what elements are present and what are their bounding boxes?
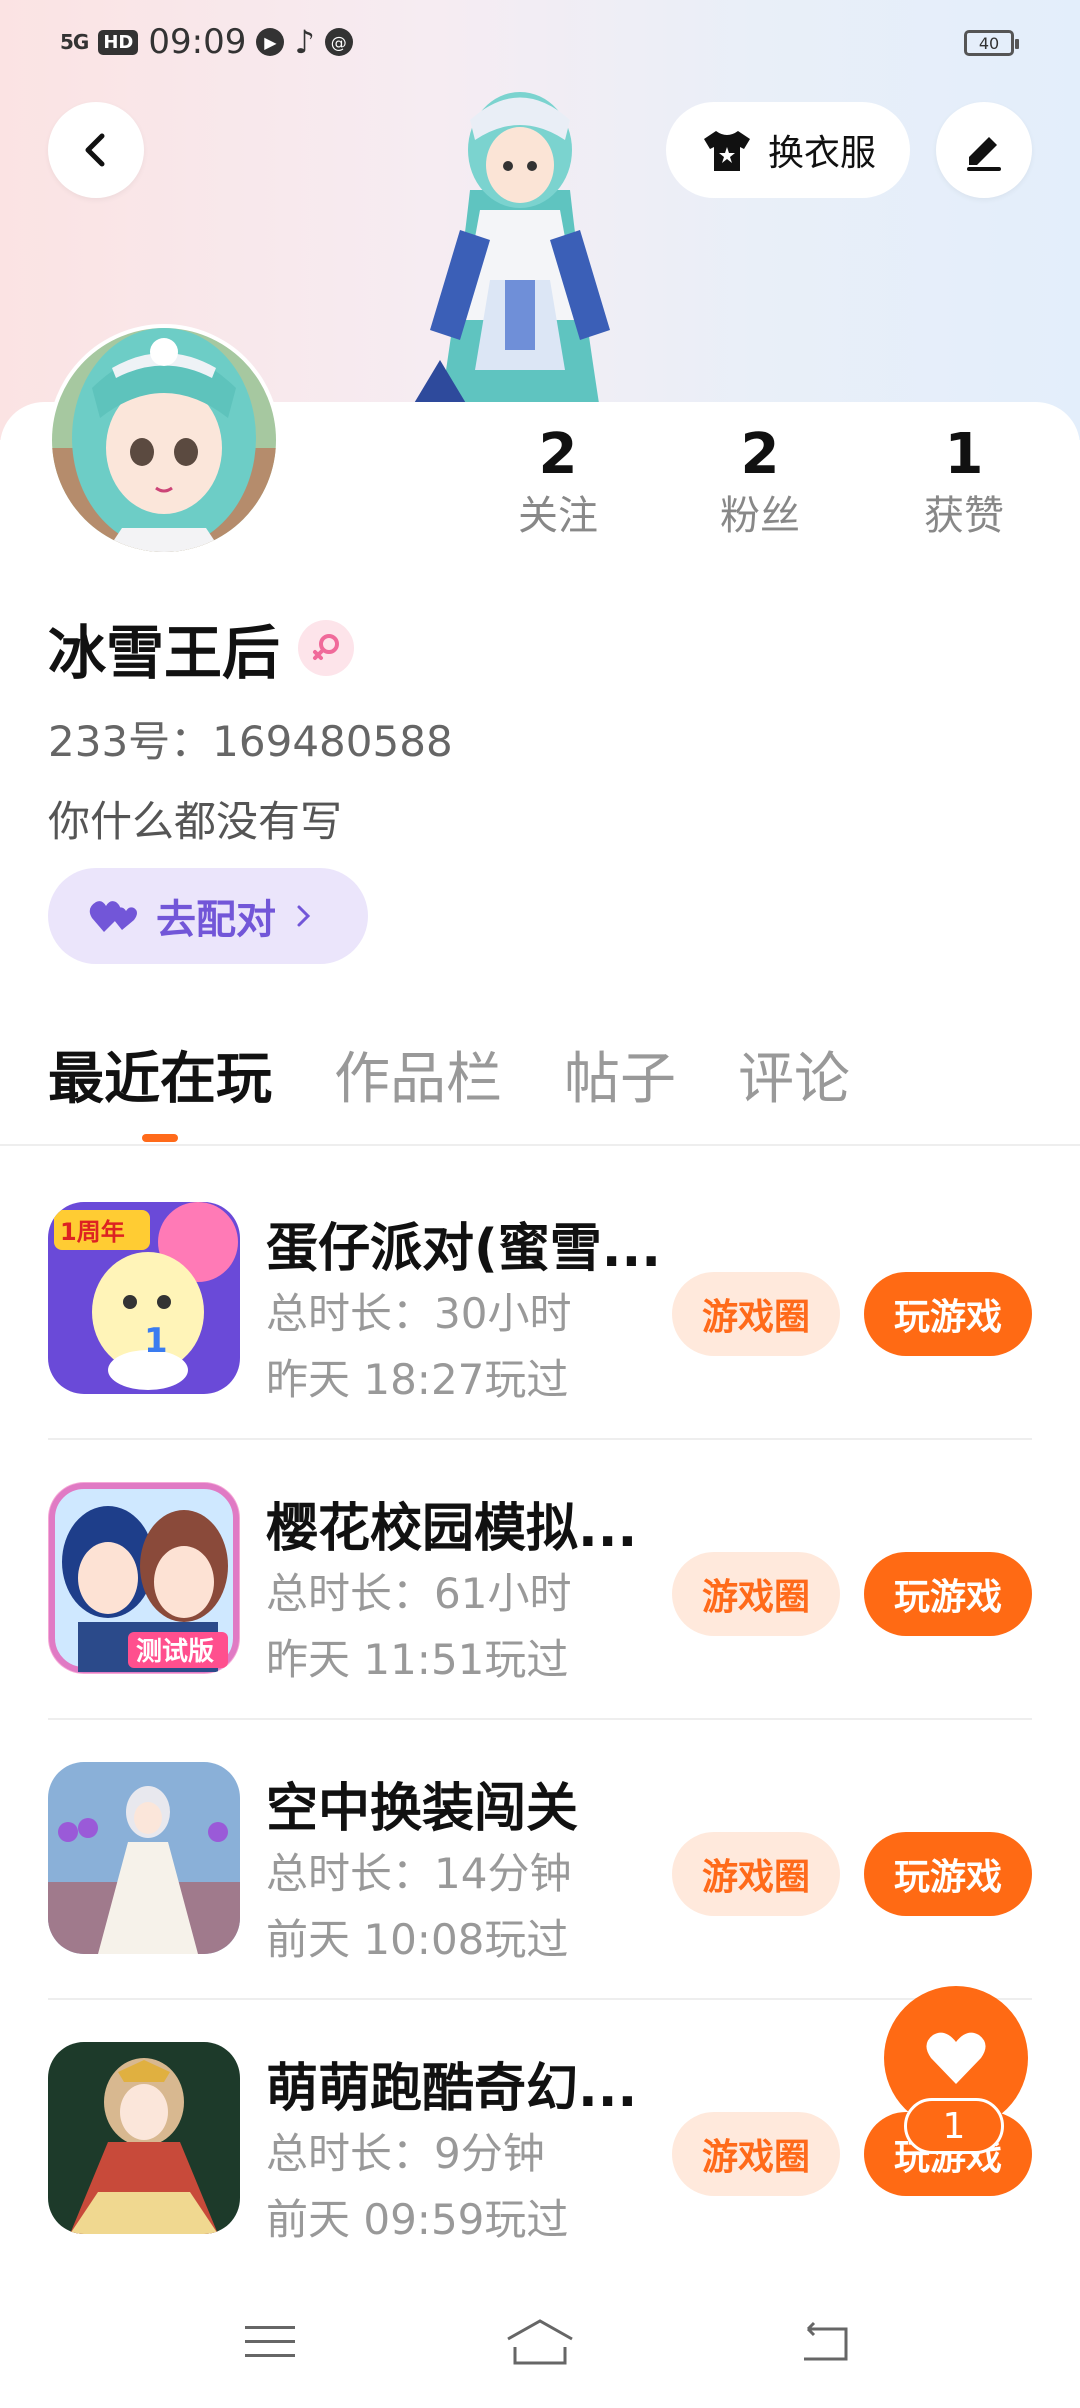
status-bar: 5G HD 09:09 ▶ ♪ @ 40 bbox=[0, 0, 1080, 84]
game-circle-button[interactable]: 游戏圈 bbox=[672, 1272, 840, 1356]
chevron-left-icon bbox=[85, 133, 105, 167]
game-circle-button[interactable]: 游戏圈 bbox=[672, 2112, 840, 2196]
home-icon[interactable] bbox=[500, 2312, 580, 2372]
stat-likes[interactable]: 1 获赞 bbox=[884, 420, 1044, 542]
game-icon-eggy-party[interactable]: 1 1周年 bbox=[48, 1202, 240, 1394]
avatar[interactable] bbox=[48, 324, 280, 556]
tab-recent-games[interactable]: 最近在玩 bbox=[48, 1040, 272, 1142]
svg-text:1: 1 bbox=[144, 1321, 168, 1361]
profile-tabs: 最近在玩 作品栏 帖子 评论 bbox=[48, 1040, 850, 1142]
at-icon: @ bbox=[324, 28, 353, 56]
stat-following-label: 关注 bbox=[518, 493, 598, 539]
music-icon: ▶ bbox=[256, 28, 285, 56]
tiktok-icon: ♪ bbox=[294, 23, 315, 61]
play-game-button[interactable]: 玩游戏 bbox=[864, 1832, 1032, 1916]
pencil-icon bbox=[967, 137, 1001, 171]
game-badge: 测试版 bbox=[136, 1637, 214, 1667]
game-last-played: 前天 10:08玩过 bbox=[266, 1915, 569, 1964]
back-button[interactable] bbox=[48, 102, 144, 198]
clock: 09:09 bbox=[148, 22, 247, 62]
game-icon-sky-dressup[interactable] bbox=[48, 1762, 240, 1954]
stat-fans-count: 2 bbox=[740, 422, 780, 487]
game-row[interactable]: 1 1周年 蛋仔派对(蜜雪... 总时长：30小时 昨天 18:27玩过 游戏圈… bbox=[48, 1160, 1032, 1440]
change-outfit-label: 换衣服 bbox=[767, 133, 876, 174]
female-icon bbox=[298, 620, 355, 676]
chevron-right-icon bbox=[297, 905, 311, 927]
stat-fans[interactable]: 2 粉丝 bbox=[680, 420, 840, 542]
shirt-icon bbox=[703, 131, 750, 171]
game-last-played: 前天 09:59玩过 bbox=[266, 2195, 569, 2244]
tab-divider bbox=[0, 1144, 1080, 1146]
stat-likes-label: 获赞 bbox=[924, 493, 1004, 539]
stat-fans-label: 粉丝 bbox=[720, 493, 800, 539]
game-last-played: 昨天 18:27玩过 bbox=[266, 1355, 569, 1404]
play-game-button[interactable]: 玩游戏 bbox=[864, 1552, 1032, 1636]
game-duration: 总时长：9分钟 bbox=[266, 2129, 545, 2178]
game-icon-sakura-school[interactable]: 测试版 bbox=[48, 1482, 240, 1674]
stat-following[interactable]: 2 关注 bbox=[478, 420, 638, 542]
pair-button[interactable]: 去配对 bbox=[48, 868, 368, 964]
game-title: 空中换装闯关 bbox=[266, 1779, 579, 1839]
hearts-icon bbox=[89, 901, 137, 932]
character-figure bbox=[410, 92, 610, 410]
heart-icon bbox=[926, 2032, 986, 2084]
game-row[interactable]: 空中换装闯关 总时长：14分钟 前天 10:08玩过 游戏圈 玩游戏 bbox=[48, 1720, 1032, 2000]
stat-following-count: 2 bbox=[538, 422, 578, 487]
like-count-badge: 1 bbox=[904, 2098, 1004, 2154]
stat-likes-count: 1 bbox=[944, 422, 984, 487]
username-row: 冰雪王后 bbox=[48, 606, 355, 690]
user-id: 233号：169480588 bbox=[48, 717, 453, 766]
tab-comments[interactable]: 评论 bbox=[738, 1040, 850, 1120]
back-icon[interactable] bbox=[784, 2312, 864, 2372]
game-title: 萌萌跑酷奇幻... bbox=[266, 2059, 638, 2119]
game-title: 樱花校园模拟... bbox=[266, 1499, 638, 1559]
game-duration: 总时长：30小时 bbox=[266, 1289, 572, 1338]
signal-icon: 5G bbox=[60, 30, 89, 54]
game-title: 蛋仔派对(蜜雪... bbox=[266, 1219, 662, 1279]
username: 冰雪王后 bbox=[48, 619, 281, 687]
game-row[interactable]: 萌萌跑酷奇幻... 总时长：9分钟 前天 09:59玩过 游戏圈 玩游戏 bbox=[48, 2000, 1032, 2280]
game-row[interactable]: 测试版 樱花校园模拟... 总时长：61小时 昨天 11:51玩过 游戏圈 玩游… bbox=[48, 1440, 1032, 1720]
game-duration: 总时长：14分钟 bbox=[266, 1849, 572, 1898]
game-duration: 总时长：61小时 bbox=[266, 1569, 572, 1618]
tab-works[interactable]: 作品栏 bbox=[334, 1040, 502, 1120]
game-circle-button[interactable]: 游戏圈 bbox=[672, 1832, 840, 1916]
battery-icon: 40 bbox=[964, 30, 1019, 56]
edit-profile-button[interactable] bbox=[936, 102, 1032, 198]
play-game-button[interactable]: 玩游戏 bbox=[864, 1272, 1032, 1356]
tab-posts[interactable]: 帖子 bbox=[564, 1040, 676, 1120]
game-badge: 1周年 bbox=[60, 1218, 125, 1246]
game-icon-parkour[interactable] bbox=[48, 2042, 240, 2234]
system-nav-bar bbox=[0, 2276, 1080, 2408]
avatar-image bbox=[52, 328, 276, 552]
pair-label: 去配对 bbox=[156, 897, 276, 943]
game-last-played: 昨天 11:51玩过 bbox=[266, 1635, 569, 1684]
change-outfit-button[interactable]: 换衣服 bbox=[666, 102, 910, 198]
hd-icon: HD bbox=[98, 29, 139, 55]
user-bio: 你什么都没有写 bbox=[48, 797, 343, 846]
game-circle-button[interactable]: 游戏圈 bbox=[672, 1552, 840, 1636]
menu-icon[interactable] bbox=[230, 2312, 310, 2372]
